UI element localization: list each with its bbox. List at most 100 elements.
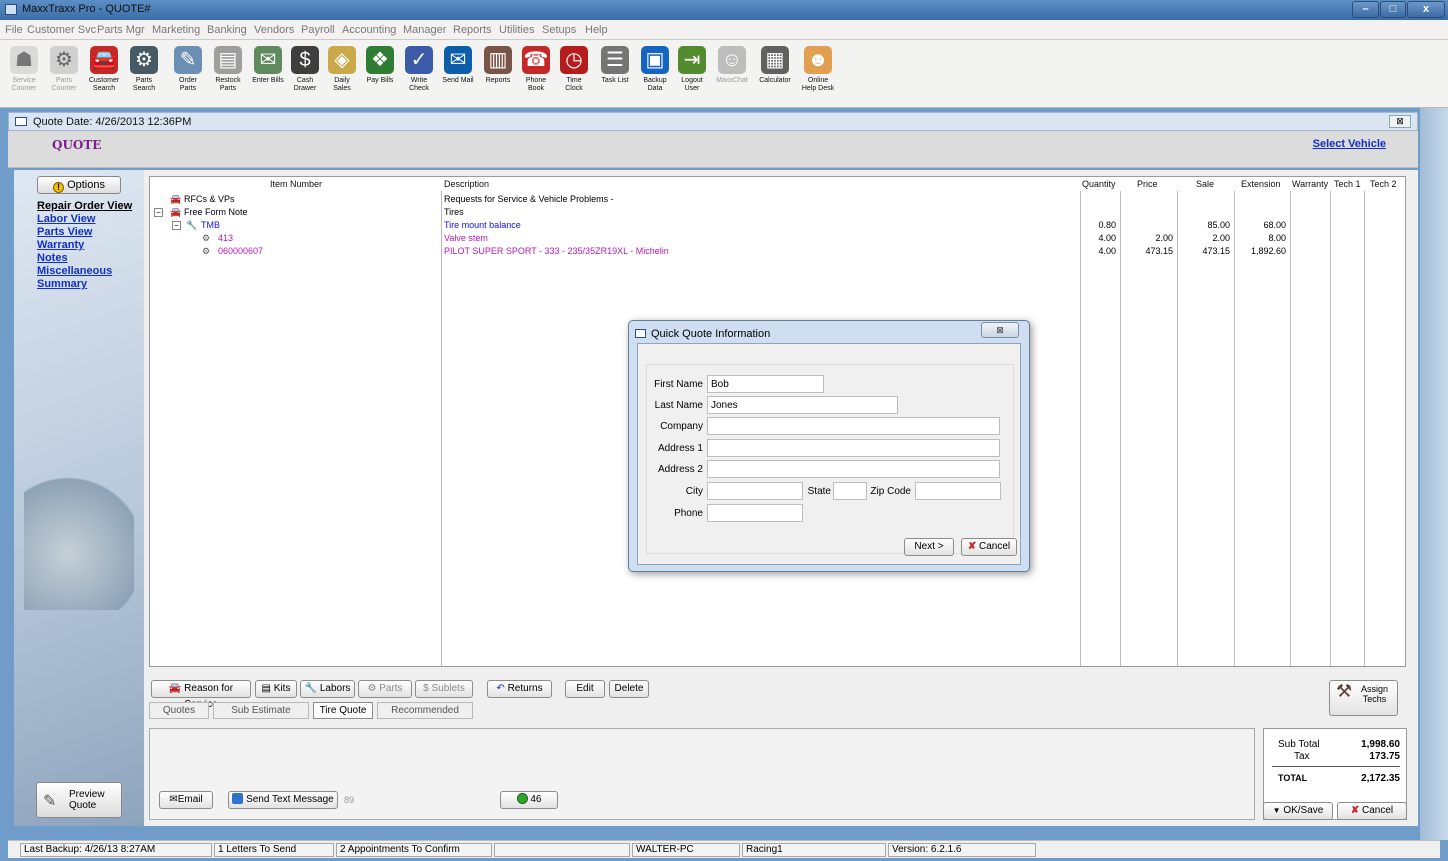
city-field[interactable] xyxy=(707,482,803,500)
tab-recommended[interactable]: Recommended xyxy=(377,702,473,719)
appointments-status[interactable]: 2 Appointments To Confirm xyxy=(336,843,492,857)
write-check-button[interactable]: ✓ Write Check xyxy=(397,44,441,106)
zip-code-field[interactable] xyxy=(915,482,1001,500)
send-mail-button[interactable]: ✉ Send Mail xyxy=(436,44,480,106)
delete-button[interactable]: Delete xyxy=(609,680,649,698)
letters-status[interactable]: 1 Letters To Send xyxy=(214,843,334,857)
nav-repair-order-view[interactable]: Repair Order View xyxy=(37,200,132,213)
address1-field[interactable] xyxy=(707,439,1000,457)
kits-button[interactable]: ▤ Kits xyxy=(255,680,297,698)
col-item-number[interactable]: Item Number xyxy=(270,177,322,191)
preview-quote-button[interactable]: ✎ Preview Quote xyxy=(36,782,122,818)
maxxchat-button[interactable]: ☺ MaxxChat xyxy=(710,44,754,106)
menu-parts-mgr[interactable]: Parts Mgr xyxy=(97,24,145,36)
col-tech1[interactable]: Tech 1 xyxy=(1334,177,1361,191)
order-parts-button[interactable]: ✎ Order Parts xyxy=(166,44,210,106)
sublets-button[interactable]: $ Sublets xyxy=(415,680,473,698)
service-counter-button[interactable]: ☗ Service Counter xyxy=(2,44,46,106)
nav-summary[interactable]: Summary xyxy=(37,278,132,291)
phone-field[interactable] xyxy=(707,504,803,522)
options-button[interactable]: ! Options xyxy=(37,176,121,194)
menu-setups[interactable]: Setups xyxy=(542,24,576,36)
logout-user-button[interactable]: ⇥ Logout User xyxy=(670,44,714,106)
last-name-label: Last Name xyxy=(654,400,703,411)
last-backup-status: Last Backup: 4/26/13 8:27AM xyxy=(20,843,212,857)
col-quantity[interactable]: Quantity xyxy=(1082,177,1116,191)
preview-icon: ✎ xyxy=(43,793,57,810)
col-tech2[interactable]: Tech 2 xyxy=(1370,177,1397,191)
col-description[interactable]: Description xyxy=(444,177,489,191)
restock-parts-button[interactable]: ▤ Restock Parts xyxy=(206,44,250,106)
select-vehicle-link[interactable]: Select Vehicle xyxy=(1313,138,1386,150)
menu-customer-svc[interactable]: Customer Svc xyxy=(27,24,96,36)
close-button[interactable]: x xyxy=(1407,1,1445,18)
first-name-field[interactable] xyxy=(707,375,824,393)
reason-for-service-button[interactable]: 🚘 Reason for Service xyxy=(151,680,251,710)
time-clock-button[interactable]: ◷ Time Clock xyxy=(552,44,596,106)
menu-help[interactable]: Help xyxy=(585,24,608,36)
nav-miscellaneous[interactable]: Miscellaneous xyxy=(37,265,132,278)
collapse-icon[interactable]: − xyxy=(172,221,181,230)
col-extension[interactable]: Extension xyxy=(1241,177,1281,191)
total-label: TOTAL xyxy=(1278,773,1308,783)
notes-area[interactable]: ✉Email Send Text Message 89 46 xyxy=(149,728,1255,820)
form-heading: QUOTE xyxy=(52,138,102,152)
table-row[interactable]: − 🔧 TMB Tire mount balance 0.80 85.00 68… xyxy=(150,219,1405,232)
send-text-message-button[interactable]: Send Text Message xyxy=(228,791,338,809)
labors-button[interactable]: 🔧 Labors xyxy=(300,680,355,698)
menu-vendors[interactable]: Vendors xyxy=(254,24,294,36)
calculator-button[interactable]: ▦ Calculator xyxy=(753,44,797,106)
table-row[interactable]: − 🚘 Free Form Note Tires xyxy=(150,206,1405,219)
company-field[interactable] xyxy=(707,417,1000,435)
task-list-button[interactable]: ☰ Task List xyxy=(593,44,637,106)
cancel-button[interactable]: ✘ Cancel xyxy=(1337,802,1407,820)
menu-reports[interactable]: Reports xyxy=(453,24,492,36)
parts-search-button[interactable]: ⚙ Parts Search xyxy=(122,44,166,106)
menu-accounting[interactable]: Accounting xyxy=(342,24,396,36)
dialog-cancel-button[interactable]: ✘ Cancel xyxy=(961,538,1017,556)
address1-label: Address 1 xyxy=(657,443,703,454)
status-indicator-button[interactable]: 46 xyxy=(500,791,558,809)
ok-save-button[interactable]: ▼ OK/Save xyxy=(1263,802,1333,820)
tab-quotes[interactable]: Quotes xyxy=(149,702,209,719)
menu-banking[interactable]: Banking xyxy=(207,24,247,36)
table-row[interactable]: 🚘 RFCs & VPs Requests for Service & Vehi… xyxy=(150,193,1405,206)
status-bar: Last Backup: 4/26/13 8:27AM 1 Letters To… xyxy=(8,840,1440,858)
col-price[interactable]: Price xyxy=(1137,177,1158,191)
quote-window-close-button[interactable]: ⊠ xyxy=(1389,115,1411,128)
collapse-icon[interactable]: − xyxy=(154,208,163,217)
menu-marketing[interactable]: Marketing xyxy=(152,24,200,36)
menu-payroll[interactable]: Payroll xyxy=(301,24,335,36)
parts-button[interactable]: ⚙ Parts xyxy=(358,680,412,698)
menu-file[interactable]: File xyxy=(5,24,23,36)
maximize-button[interactable]: □ xyxy=(1380,1,1406,18)
parts-counter-button[interactable]: ⚙ Parts Counter xyxy=(42,44,86,106)
table-row[interactable]: ⚙ 060000607 PILOT SUPER SPORT - 333 - 23… xyxy=(150,245,1405,258)
col-sale[interactable]: Sale xyxy=(1196,177,1214,191)
last-name-field[interactable] xyxy=(707,396,898,414)
minimize-button[interactable]: – xyxy=(1352,1,1379,18)
nav-parts-view[interactable]: Parts View xyxy=(37,226,132,239)
menu-utilities[interactable]: Utilities xyxy=(499,24,534,36)
state-field[interactable] xyxy=(833,482,867,500)
address2-field[interactable] xyxy=(707,460,1000,478)
tab-tire-quote[interactable]: Tire Quote xyxy=(313,702,373,719)
table-row[interactable]: ⚙ 413 Valve stem 4.00 2.00 2.00 8.00 xyxy=(150,232,1405,245)
email-button[interactable]: ✉Email xyxy=(159,791,213,809)
menu-manager[interactable]: Manager xyxy=(403,24,446,36)
help-desk-button[interactable]: ☻ Online Help Desk xyxy=(796,44,840,106)
next-button[interactable]: Next > xyxy=(904,538,954,556)
pay-bills-button[interactable]: ❖ Pay Bills xyxy=(358,44,402,106)
tab-sub-estimate[interactable]: Sub Estimate xyxy=(213,702,309,719)
dialog-close-button[interactable]: ⊠ xyxy=(981,322,1019,338)
version-status: Version: 6.2.1.6 xyxy=(888,843,1036,857)
nav-warranty[interactable]: Warranty xyxy=(37,239,132,252)
time-clock-icon: ◷ xyxy=(560,46,588,74)
nav-labor-view[interactable]: Labor View xyxy=(37,213,132,226)
col-warranty[interactable]: Warranty xyxy=(1292,177,1328,191)
nav-notes[interactable]: Notes xyxy=(37,252,132,265)
returns-button[interactable]: ↶ Returns xyxy=(487,680,552,698)
assign-techs-button[interactable]: ⚒ Assign Techs xyxy=(1329,680,1398,716)
customer-search-button[interactable]: 🚘 Customer Search xyxy=(82,44,126,106)
edit-button[interactable]: Edit xyxy=(565,680,605,698)
